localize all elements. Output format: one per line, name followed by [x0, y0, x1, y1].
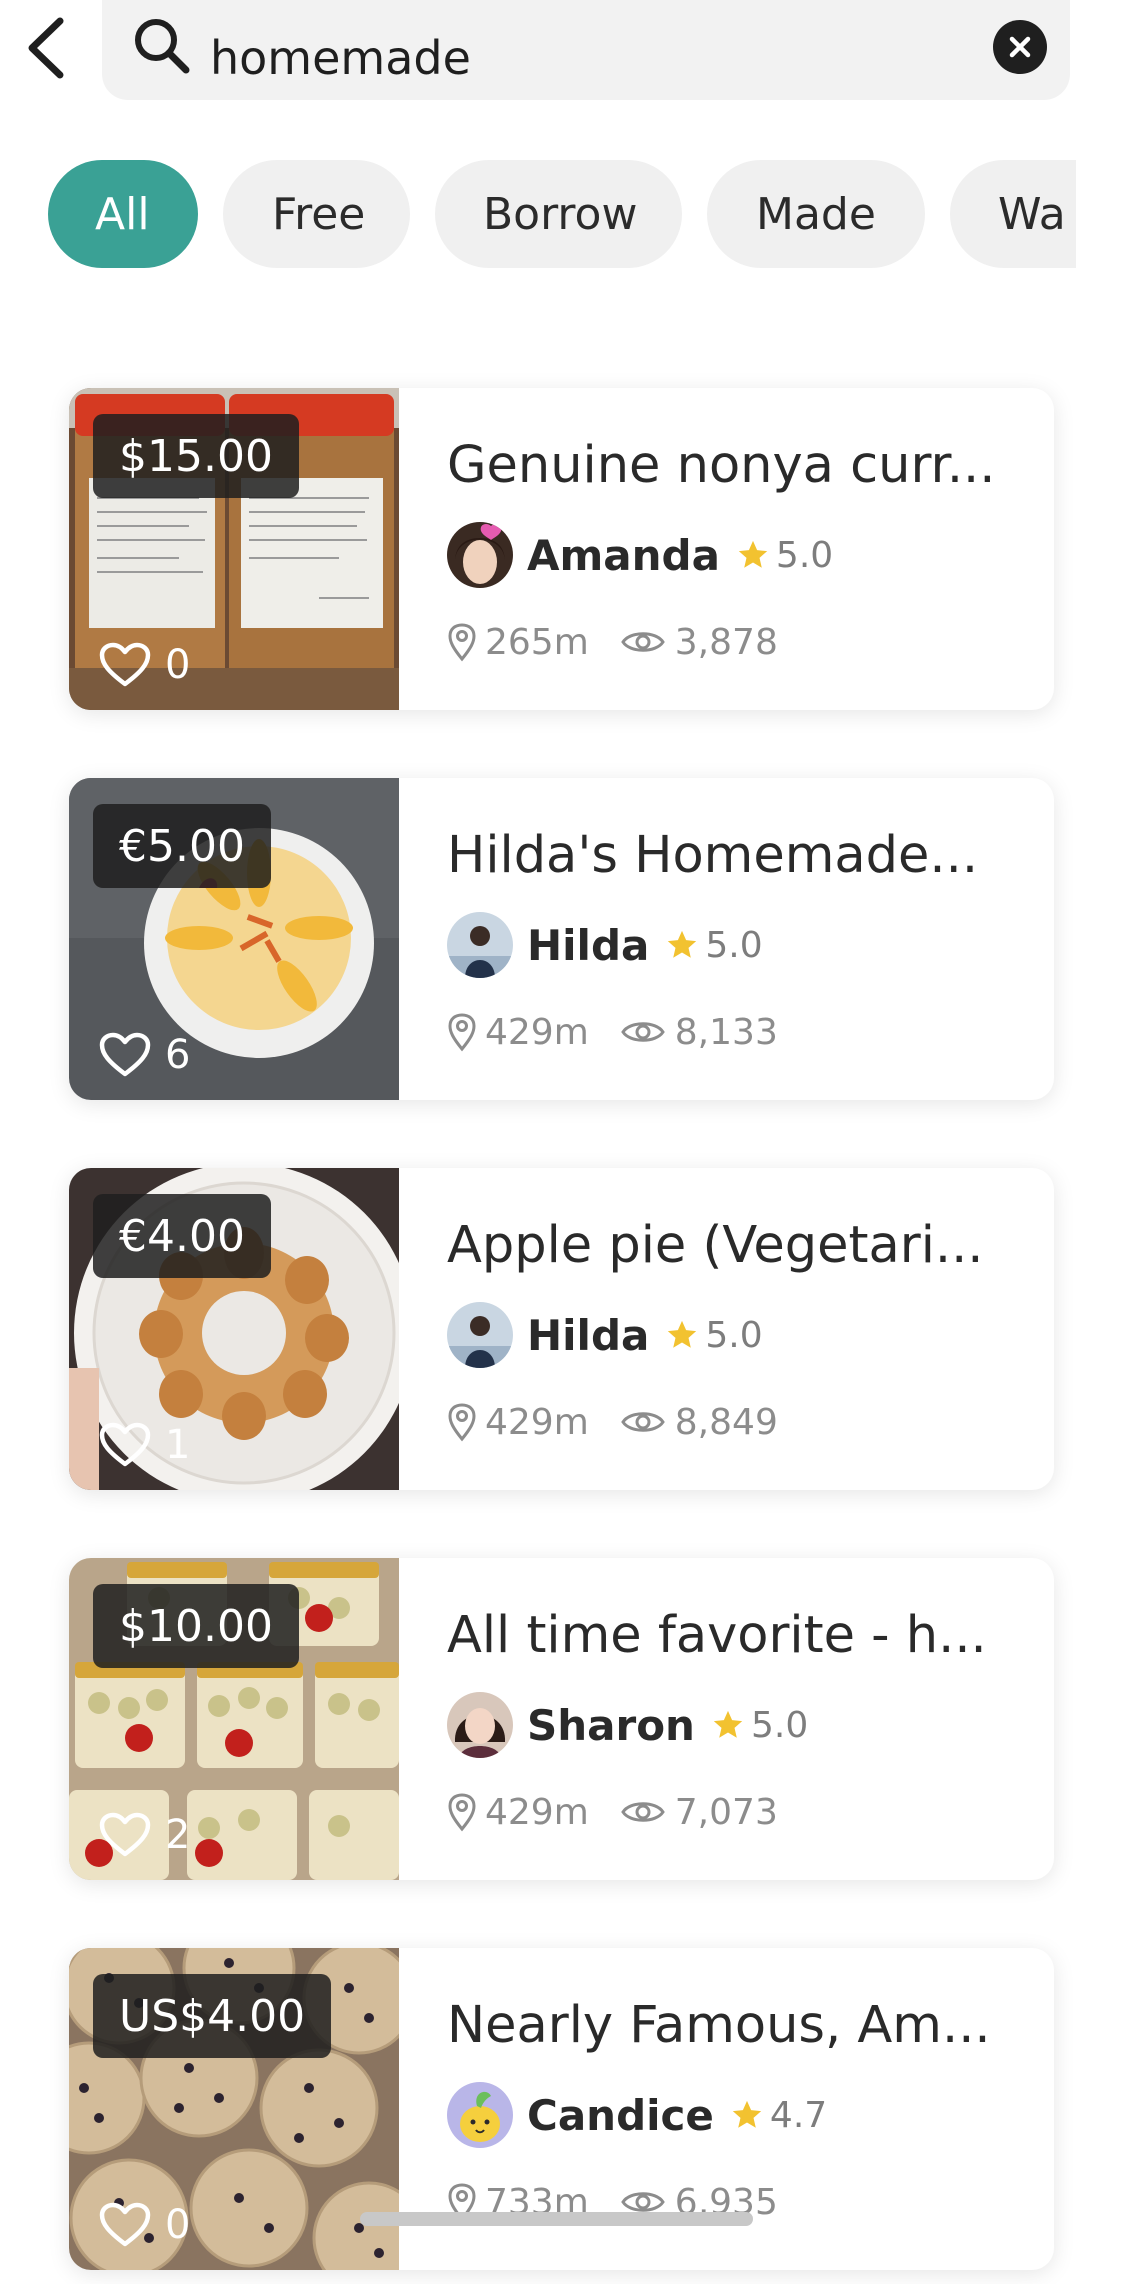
price-tag: $15.00: [93, 414, 299, 498]
search-input[interactable]: [210, 22, 970, 94]
star-icon: [668, 1320, 697, 1348]
seller-name: Amanda: [527, 530, 720, 580]
location-pin-icon: [448, 1793, 476, 1832]
avatar: [447, 2082, 513, 2148]
distance: 429m: [485, 1401, 589, 1443]
price-tag: €4.00: [93, 1194, 271, 1278]
filter-chip-borrow[interactable]: Borrow: [435, 160, 682, 268]
listing-card[interactable]: $15.00 0 Genuine nonya curr... Amanda 5.…: [69, 388, 1054, 710]
star-icon: [713, 1710, 743, 1738]
like-count: 0: [165, 642, 191, 688]
scroll-indicator: [360, 2212, 753, 2226]
listing-title: Nearly Famous, Am...: [447, 1996, 991, 2055]
heart-icon: [99, 2202, 151, 2247]
listing-title: All time favorite - h...: [447, 1606, 987, 1665]
eye-icon: [621, 1802, 665, 1822]
view-count: 7,073: [674, 1791, 778, 1833]
like-button[interactable]: 0: [99, 642, 190, 688]
seller-info: Candice 4.7: [447, 2082, 827, 2148]
seller-name: Hilda: [527, 1310, 650, 1360]
listing-card[interactable]: $10.00 2 All time favorite - h... Sharon…: [69, 1558, 1054, 1880]
like-button[interactable]: 1: [99, 1422, 190, 1468]
seller-name: Candice: [527, 2090, 714, 2140]
seller-rating: 5.0: [775, 534, 834, 576]
filter-chip-all[interactable]: All: [48, 160, 198, 268]
seller-info: Hilda 5.0: [447, 912, 763, 978]
listing-meta: 429m 8,133: [447, 1006, 778, 1058]
eye-icon: [621, 632, 665, 652]
location-pin-icon: [448, 1403, 476, 1442]
like-count: 6: [165, 1032, 191, 1078]
heart-icon: [99, 1422, 151, 1467]
avatar: [447, 1302, 513, 1368]
back-button[interactable]: [18, 12, 74, 84]
distance: 265m: [485, 621, 589, 663]
like-count: 2: [165, 1812, 191, 1858]
filter-chip-made[interactable]: Made: [707, 160, 925, 268]
distance: 429m: [485, 1011, 589, 1053]
heart-icon: [99, 1812, 151, 1857]
view-count: 8,849: [674, 1401, 778, 1443]
avatar: [447, 912, 513, 978]
like-button[interactable]: 0: [99, 2202, 190, 2248]
listing-image: $10.00 2: [69, 1558, 399, 1880]
price-tag: US$4.00: [93, 1974, 332, 2058]
clear-search-button[interactable]: [993, 20, 1047, 74]
listing-title: Apple pie (Vegetari...: [447, 1216, 984, 1275]
seller-rating: 4.7: [769, 2094, 828, 2136]
chevron-left-icon: [28, 17, 64, 79]
listing-image: $15.00 0: [69, 388, 399, 710]
price-tag: €5.00: [93, 804, 271, 888]
listing-image: €4.00 1: [69, 1168, 399, 1490]
listing-card[interactable]: €5.00 6 Hilda's Homemade... Hilda 5.0 42…: [69, 778, 1054, 1100]
seller-rating: 5.0: [750, 1704, 809, 1746]
view-count: 3,878: [674, 621, 778, 663]
eye-icon: [621, 1412, 665, 1432]
listing-meta: 265m 3,878: [447, 616, 778, 668]
like-button[interactable]: 6: [99, 1032, 190, 1078]
close-icon: [1009, 36, 1031, 58]
listing-title: Genuine nonya curr...: [447, 436, 996, 495]
filter-chips: All Free Borrow Made Wa: [0, 160, 1076, 268]
heart-icon: [99, 642, 151, 687]
like-count: 1: [165, 1422, 191, 1468]
like-count: 0: [165, 2202, 191, 2248]
heart-icon: [99, 1032, 151, 1077]
seller-rating: 5.0: [705, 924, 763, 966]
filter-chip-free[interactable]: Free: [223, 160, 410, 268]
listing-meta: 429m 8,849: [447, 1396, 778, 1448]
listing-meta: 429m 7,073: [447, 1786, 778, 1838]
listing-card[interactable]: €4.00 1 Apple pie (Vegetari... Hilda 5.0: [69, 1168, 1054, 1490]
star-icon: [732, 2100, 762, 2128]
seller-rating: 5.0: [705, 1314, 763, 1356]
seller-name: Sharon: [527, 1700, 695, 1750]
listing-image: US$4.00 0: [69, 1948, 399, 2270]
like-button[interactable]: 2: [99, 1812, 190, 1858]
seller-info: Hilda 5.0: [447, 1302, 763, 1368]
location-pin-icon: [448, 623, 476, 662]
distance: 429m: [485, 1791, 589, 1833]
star-icon: [738, 540, 768, 568]
listing-title: Hilda's Homemade...: [447, 826, 979, 885]
star-icon: [668, 930, 697, 958]
seller-info: Amanda 5.0: [447, 522, 833, 588]
price-tag: $10.00: [93, 1584, 299, 1668]
listing-image: €5.00 6: [69, 778, 399, 1100]
avatar: [447, 522, 513, 588]
top-bar: [0, 0, 1125, 110]
seller-name: Hilda: [527, 920, 650, 970]
eye-icon: [621, 1022, 665, 1042]
view-count: 8,133: [674, 1011, 778, 1053]
filter-chip-wanted[interactable]: Wa: [950, 160, 1076, 268]
avatar: [447, 1692, 513, 1758]
seller-info: Sharon 5.0: [447, 1692, 808, 1758]
location-pin-icon: [448, 1013, 476, 1052]
search-icon: [135, 19, 190, 74]
